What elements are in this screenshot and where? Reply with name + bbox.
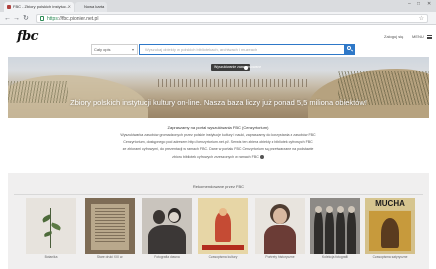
collection-label: Czasopisma kultury [208,255,238,259]
collection-card[interactable]: Stare druki XIX w. [85,198,135,262]
search-icon [347,46,351,50]
site-logo[interactable]: fbc [17,29,39,44]
collection-label: Portrety historyczne [265,255,295,259]
url-text: https://fbc.pionier.net.pl [47,16,99,22]
intro-title: Zapraszamy na portal wyszukiwania FBC (C… [167,125,269,130]
collection-thumbnail [255,198,305,254]
hamburger-menu-icon[interactable] [427,35,432,39]
chevron-icon [244,65,248,70]
collection-card[interactable]: Kolekcja fotografii [310,198,360,262]
info-icon[interactable] [259,154,264,159]
window-close-icon[interactable]: ✕ [427,1,431,7]
search-scope-select[interactable]: Cały opis ▾ [91,44,138,55]
browser-tab-active[interactable]: FBC - Zbiory polskich instytuc... ✕ [4,2,74,12]
collection-thumbnail [85,198,135,254]
hero-fence [158,79,308,87]
reload-icon[interactable]: ↻ [23,14,29,23]
advanced-search-button[interactable]: Wyszukiwanie zaawansowane [211,64,261,71]
intro-line: ze zbiorami cyfrowymi, do prezentacji w … [122,147,314,152]
search-bar: Cały opis ▾ Wyszukaj obiekty w polskich … [91,44,355,55]
divider [14,194,423,195]
browser-tab-new[interactable]: Nowa karta [75,2,107,12]
intro-line-last: zbioru bibliotek cyfrowych zrzeszonych w… [0,154,436,161]
collection-card[interactable]: MUCHA Czasopisma satyryczne [365,198,415,262]
maximize-icon[interactable]: □ [417,1,420,7]
intro-section: Zapraszamy na portal wyszukiwania FBC (C… [0,121,436,161]
collection-label: Fotografia dawna [154,255,180,259]
recommended-section: Rekomendowane przez FBC Botanika Stare d… [8,173,429,269]
url-field[interactable]: https://fbc.pionier.net.pl ☆ [36,14,428,23]
intro-line: Wyszukiwarka zasobów gromadzonych przez … [120,133,316,137]
hero-headline: Zbiory polskich instytucji kultury on-li… [70,98,367,107]
collection-thumbnail [26,198,76,254]
forward-icon[interactable]: → [13,14,20,23]
collection-label: Stare druki XIX w. [96,255,124,259]
collection-label: Czasopisma satyryczne [372,255,408,259]
tab-label: Nowa karta [84,4,105,9]
menu-label[interactable]: MENU [412,34,424,39]
search-button[interactable] [344,44,355,55]
tab-label: FBC - Zbiory polskich instytuc... [13,4,70,9]
advanced-search-label: Wyszukiwanie zaawansowane [214,65,262,69]
collection-thumbnail [198,198,248,254]
close-icon[interactable]: ✕ [68,2,71,12]
hero-banner: Wyszukiwanie zaawansowane Zbiory polskic… [8,57,429,118]
collection-card[interactable]: Czasopisma kultury [198,198,248,262]
collection-label: Kolekcja fotografii [321,255,349,259]
url-host: fbc.pionier.net.pl [62,16,99,22]
collection-thumbnail: MUCHA [365,198,415,254]
intro-line-text: zbioru bibliotek cyfrowych zrzeszonych w… [172,154,259,159]
collection-label: Botanika [44,255,58,259]
address-toolbar: ← → ↻ https://fbc.pionier.net.pl ☆ [0,12,436,25]
collection-card[interactable]: Botanika [26,198,76,262]
intro-line: Cenzyrtorium, dostępnego pod adresem htt… [123,140,313,145]
collection-thumbnail [142,198,192,254]
minimize-icon[interactable]: – [408,1,411,7]
login-link[interactable]: Zaloguj się [384,34,403,39]
back-icon[interactable]: ← [4,14,11,23]
chevron-down-icon: ▾ [131,47,134,52]
collection-card[interactable]: Fotografia dawna [142,198,192,262]
search-scope-value: Cały opis [94,47,111,52]
collection-card[interactable]: Portrety historyczne [255,198,305,262]
recommended-title: Rekomendowane przez FBC [192,184,245,189]
collection-thumbnail [310,198,360,254]
url-protocol: https [47,16,58,22]
bookmark-star-icon[interactable]: ☆ [419,15,424,23]
search-input[interactable]: Wyszukaj obiekty w polskich bibliotekach… [139,44,345,55]
lock-icon [40,16,44,21]
favicon-icon [7,5,11,9]
search-placeholder: Wyszukaj obiekty w polskich bibliotekach… [145,47,258,52]
browser-tab-bar: FBC - Zbiory polskich instytuc... ✕ Nowa… [0,0,436,12]
